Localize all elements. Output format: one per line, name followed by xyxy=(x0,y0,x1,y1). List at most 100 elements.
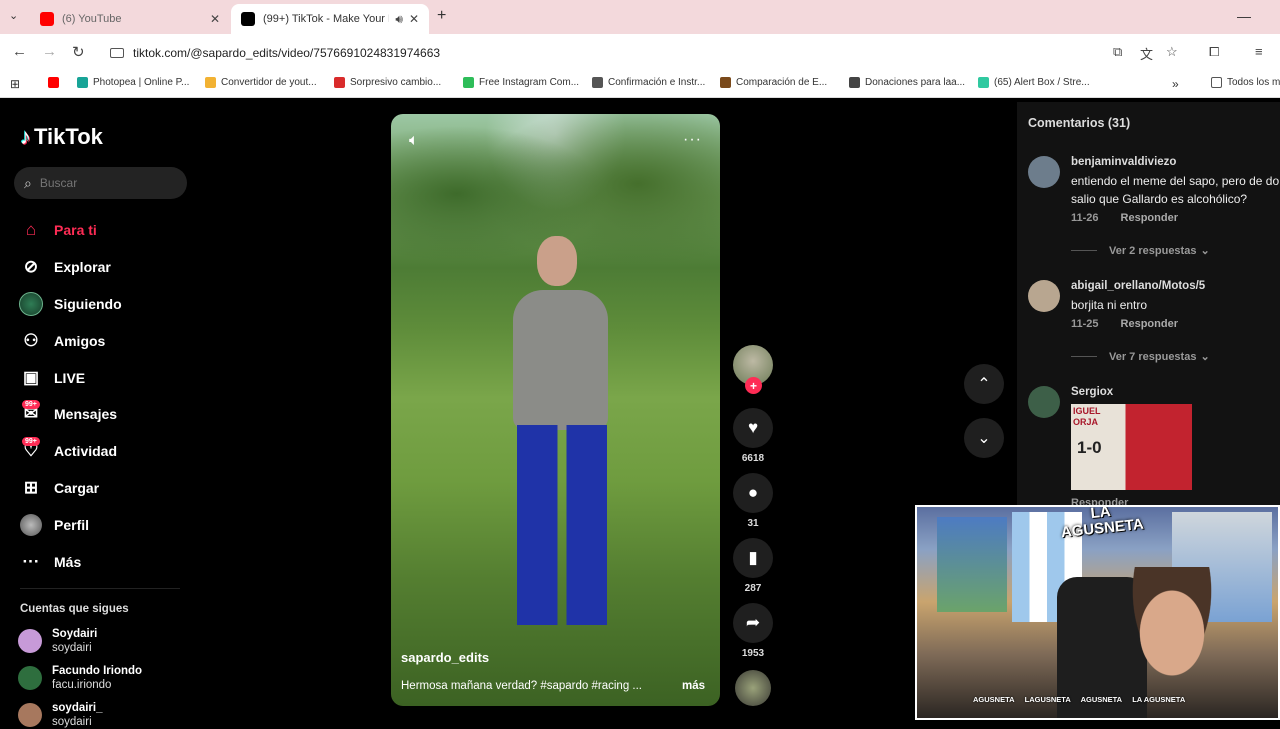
sidebar-item-explorar[interactable]: ⊘ Explorar xyxy=(18,249,188,286)
back-button[interactable]: ← xyxy=(12,43,27,60)
comment-icon[interactable]: ● xyxy=(733,473,773,513)
sidebar-item-perfil[interactable]: Perfil xyxy=(18,506,188,543)
avatar[interactable] xyxy=(1028,280,1060,312)
news-icon xyxy=(334,77,345,88)
comment-image[interactable]: IGUEL ORJA 1-0 xyxy=(1071,404,1192,490)
following-account[interactable]: Soydairi soydairi xyxy=(18,627,188,655)
like-count: 6618 xyxy=(741,453,765,464)
site-info-icon[interactable] xyxy=(110,47,124,58)
save-action[interactable]: ▮ 287 xyxy=(733,538,773,594)
tiktok-logo[interactable]: ♪ TikTok xyxy=(20,124,103,150)
sidebar-item-siguiendo[interactable]: Siguiendo xyxy=(18,286,188,323)
reply-button[interactable]: Responder xyxy=(1121,212,1178,224)
extensions-icon[interactable]: ⧠ xyxy=(1209,44,1219,60)
streamlabs-icon xyxy=(978,77,989,88)
view-replies-button[interactable]: Ver 7 respuestas ⌄ xyxy=(1071,350,1210,363)
volume-icon[interactable]: 🔈︎ xyxy=(409,132,419,150)
comment-line: borjita ni entro xyxy=(1071,298,1148,312)
url-field[interactable]: tiktok.com/@sapardo_edits/video/75766910… xyxy=(100,39,1100,66)
bookmark-item[interactable]: (65) Alert Box / Stre... xyxy=(978,77,1090,88)
heart-icon[interactable]: ♥ xyxy=(733,408,773,448)
comment-username[interactable]: benjaminvaldiviezo xyxy=(1071,156,1176,168)
tab-tiktok[interactable]: (99+) TikTok - Make Your Day 🔊︎ ✕ xyxy=(231,4,429,34)
bookmark-item[interactable]: Todos los m xyxy=(1211,77,1280,88)
close-tab-icon[interactable]: ✕ xyxy=(210,12,220,26)
bookmark-item[interactable]: Sorpresivo cambio... xyxy=(334,77,441,88)
image-caption-line: ORJA xyxy=(1073,417,1099,427)
speaker-icon[interactable]: 🔊︎ xyxy=(395,12,403,27)
bookmark-item[interactable]: Photopea | Online P... xyxy=(77,77,189,88)
url-text: tiktok.com/@sapardo_edits/video/75766910… xyxy=(133,45,441,60)
apps-grid-icon[interactable]: ⊞ xyxy=(10,77,20,91)
sidebar-item-mas[interactable]: ··· Más xyxy=(18,543,188,580)
bookmark-item[interactable]: Free Instagram Com... xyxy=(463,77,579,88)
share-action[interactable]: ➦ 1953 xyxy=(733,603,773,659)
like-action[interactable]: ♥ 6618 xyxy=(733,408,773,464)
previous-video-button[interactable]: ⌃ xyxy=(964,364,1004,404)
search-icon: ⌕ xyxy=(24,174,32,191)
bookmark-item[interactable]: Donaciones para laa... xyxy=(849,77,965,88)
comment-username[interactable]: abigail_orellano/Motos/5 xyxy=(1071,280,1205,292)
bookmark-item[interactable]: Convertidor de yout... xyxy=(205,77,317,88)
reload-button[interactable]: ↻ xyxy=(72,43,85,61)
wall-poster xyxy=(937,517,1007,612)
image-score: 1-0 xyxy=(1077,438,1102,457)
following-section-title: Cuentas que sigues xyxy=(20,603,129,615)
follow-plus-icon[interactable]: + xyxy=(745,377,762,394)
bookmark-label: (65) Alert Box / Stre... xyxy=(994,77,1090,88)
sidebar-item-live[interactable]: ▣ LIVE xyxy=(18,359,188,396)
following-account[interactable]: soydairi_ soydairi xyxy=(18,701,188,729)
bookmark-star-icon[interactable]: ☆ xyxy=(1166,44,1178,60)
sidebar-item-actividad[interactable]: ♡ 99+ Actividad xyxy=(18,433,188,470)
more-options-icon[interactable]: ··· xyxy=(683,131,702,149)
account-username: soydairi xyxy=(52,716,92,728)
tab-search-chevron-icon[interactable]: ⌄ xyxy=(9,9,18,22)
following-account[interactable]: Facundo Iriondo facu.iriondo xyxy=(18,664,188,692)
more-description-button[interactable]: más xyxy=(682,680,705,692)
friends-icon: ⚇ xyxy=(23,330,39,350)
sidebar-item-mensajes[interactable]: ✉ 99+ Mensajes xyxy=(18,396,188,433)
sidebar-item-cargar[interactable]: ⊞ Cargar xyxy=(18,470,188,507)
avatar xyxy=(18,666,42,690)
forward-button[interactable]: → xyxy=(42,43,57,60)
bookmark-item[interactable]: Confirmación e Instr... xyxy=(592,77,705,88)
bookmark-icon[interactable]: ▮ xyxy=(733,538,773,578)
home-icon: ⌂ xyxy=(25,220,37,240)
translate-icon[interactable]: 文 xyxy=(1140,44,1153,63)
compare-icon xyxy=(720,77,731,88)
install-app-icon[interactable]: ⧉ xyxy=(1113,44,1122,60)
avatar[interactable] xyxy=(1028,156,1060,188)
reading-list-icon[interactable]: ≡ xyxy=(1255,44,1263,59)
search-input[interactable] xyxy=(39,176,170,190)
sidebar-item-para-ti[interactable]: ⌂ Para ti xyxy=(18,212,188,249)
comments-title: Comentarios (31) xyxy=(1028,116,1131,130)
next-video-button[interactable]: ⌄ xyxy=(964,418,1004,458)
tab-youtube[interactable]: (6) YouTube ✕ xyxy=(30,4,230,34)
youtube-icon xyxy=(48,77,59,88)
minimize-window-button[interactable]: — xyxy=(1237,8,1251,24)
comment-text: borjita ni entro xyxy=(1071,296,1280,314)
share-icon[interactable]: ➦ xyxy=(733,603,773,643)
sidebar-item-label: LIVE xyxy=(54,369,86,386)
comment-action[interactable]: ● 31 xyxy=(733,473,773,529)
avatar[interactable] xyxy=(1028,386,1060,418)
new-tab-button[interactable]: + xyxy=(437,7,446,25)
bookmark-label: Todos los m xyxy=(1227,77,1280,88)
video-person-torso xyxy=(513,290,608,430)
music-disc-icon[interactable] xyxy=(735,670,771,706)
sidebar-item-amigos[interactable]: ⚇ Amigos xyxy=(18,322,188,359)
tiktok-note-icon: ♪ xyxy=(20,124,31,149)
sidebar-item-label: Para ti xyxy=(54,222,97,239)
converter-icon xyxy=(205,77,216,88)
video-author[interactable]: sapardo_edits xyxy=(401,650,489,665)
bookmark-youtube[interactable] xyxy=(48,77,64,88)
kick-handle: AGUSNETA xyxy=(1080,695,1123,704)
more-bookmarks-icon[interactable]: » xyxy=(1172,77,1179,91)
bookmark-item[interactable]: Comparación de E... xyxy=(720,77,827,88)
view-replies-button[interactable]: Ver 2 respuestas ⌄ xyxy=(1071,244,1210,257)
reply-button[interactable]: Responder xyxy=(1121,318,1178,330)
comment-username[interactable]: Sergiox xyxy=(1071,386,1113,398)
live-icon: ▣ xyxy=(22,367,40,387)
close-tab-icon[interactable]: ✕ xyxy=(409,12,419,26)
search-box[interactable]: ⌕ xyxy=(14,167,187,199)
